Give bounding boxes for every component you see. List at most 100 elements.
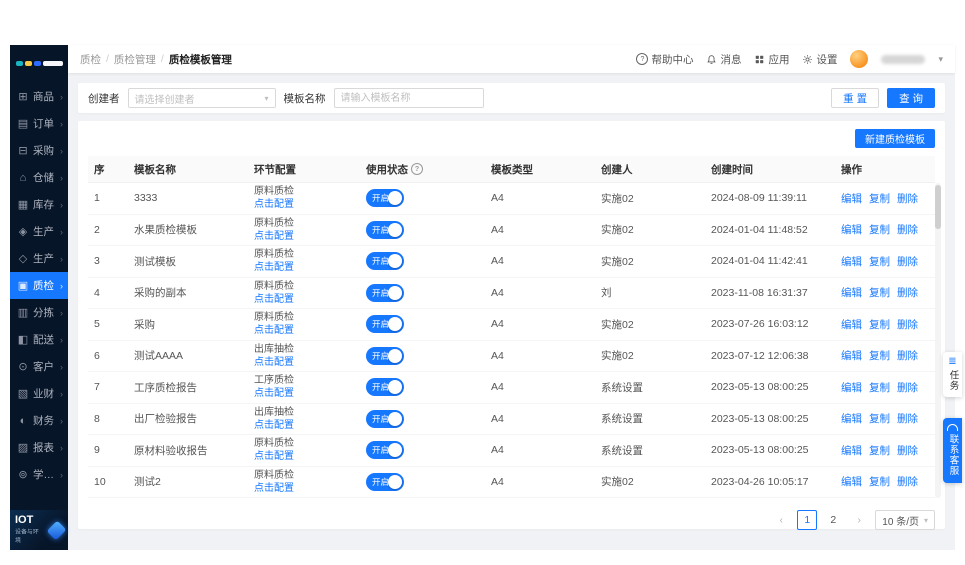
config-link[interactable]: 点击配置 bbox=[254, 356, 354, 369]
delete-link[interactable]: 删除 bbox=[897, 476, 918, 488]
copy-link[interactable]: 复制 bbox=[869, 319, 890, 331]
page-size-select[interactable]: 10 条/页▾ bbox=[875, 510, 935, 530]
delete-link[interactable]: 删除 bbox=[897, 256, 918, 268]
status-toggle[interactable]: 开启 bbox=[366, 378, 404, 396]
toggle-label: 开启 bbox=[372, 476, 389, 488]
edit-link[interactable]: 编辑 bbox=[841, 193, 862, 205]
sidebar-item-finance[interactable]: ◐ 财务 › bbox=[10, 407, 68, 434]
stage-name: 原料质检 bbox=[254, 469, 354, 482]
copy-link[interactable]: 复制 bbox=[869, 287, 890, 299]
sidebar-item-business-finance[interactable]: ▧ 业财 › bbox=[10, 380, 68, 407]
edit-link[interactable]: 编辑 bbox=[841, 413, 862, 425]
breadcrumb-item[interactable]: 质检 bbox=[80, 52, 101, 67]
sidebar-item-orders[interactable]: ▤ 订单 › bbox=[10, 110, 68, 137]
search-button[interactable]: 查 询 bbox=[887, 88, 935, 108]
status-toggle[interactable]: 开启 bbox=[366, 410, 404, 428]
delete-link[interactable]: 删除 bbox=[897, 445, 918, 457]
reports-icon: ▨ bbox=[17, 441, 29, 454]
page-button-1[interactable]: 1 bbox=[797, 510, 817, 530]
copy-link[interactable]: 复制 bbox=[869, 382, 890, 394]
page-button-2[interactable]: 2 bbox=[823, 510, 843, 530]
menu-label: 商品 bbox=[33, 89, 54, 104]
copy-link[interactable]: 复制 bbox=[869, 476, 890, 488]
sidebar-item-production-1[interactable]: ◈ 生产 › bbox=[10, 218, 68, 245]
delete-link[interactable]: 删除 bbox=[897, 350, 918, 362]
copy-link[interactable]: 复制 bbox=[869, 350, 890, 362]
config-link[interactable]: 点击配置 bbox=[254, 230, 354, 243]
chevron-down-icon[interactable]: ▾ bbox=[938, 54, 943, 65]
sidebar-item-quality[interactable]: ▣ 质检 › bbox=[10, 272, 68, 299]
sidebar-item-goods[interactable]: ⊞ 商品 › bbox=[10, 83, 68, 110]
copy-link[interactable]: 复制 bbox=[869, 224, 890, 236]
status-toggle[interactable]: 开启 bbox=[366, 347, 404, 365]
breadcrumb-item[interactable]: 质检管理 bbox=[114, 52, 156, 67]
config-link[interactable]: 点击配置 bbox=[254, 419, 354, 432]
new-template-button[interactable]: 新建质检模板 bbox=[855, 129, 935, 148]
copy-link[interactable]: 复制 bbox=[869, 256, 890, 268]
status-info-icon[interactable]: ? bbox=[411, 163, 423, 175]
sidebar-item-delivery[interactable]: ◧ 配送 › bbox=[10, 326, 68, 353]
status-toggle[interactable]: 开启 bbox=[366, 189, 404, 207]
delete-link[interactable]: 删除 bbox=[897, 193, 918, 205]
sidebar-item-student-meal[interactable]: ⊚ 学生餐 › bbox=[10, 461, 68, 488]
tasks-widget[interactable]: ≣ 任务 bbox=[943, 352, 962, 397]
copy-link[interactable]: 复制 bbox=[869, 413, 890, 425]
template-name-cell: 原材料验收报告 bbox=[128, 443, 248, 458]
help-center-link[interactable]: ? 帮助中心 bbox=[636, 52, 693, 67]
status-toggle[interactable]: 开启 bbox=[366, 221, 404, 239]
avatar[interactable] bbox=[850, 50, 868, 68]
row-index: 6 bbox=[88, 350, 128, 362]
sidebar-item-production-2[interactable]: ◇ 生产 › bbox=[10, 245, 68, 272]
sidebar-item-warehouse[interactable]: ⌂ 仓储 › bbox=[10, 164, 68, 191]
status-toggle[interactable]: 开启 bbox=[366, 284, 404, 302]
sidebar-item-inventory[interactable]: ▦ 库存 › bbox=[10, 191, 68, 218]
stage-name: 原料质检 bbox=[254, 437, 354, 450]
messages-link[interactable]: 消息 bbox=[706, 52, 741, 67]
toggle-knob bbox=[388, 349, 402, 363]
edit-link[interactable]: 编辑 bbox=[841, 287, 862, 299]
edit-link[interactable]: 编辑 bbox=[841, 382, 862, 394]
delete-link[interactable]: 删除 bbox=[897, 319, 918, 331]
delete-link[interactable]: 删除 bbox=[897, 382, 918, 394]
apps-link[interactable]: 应用 bbox=[754, 52, 789, 67]
settings-link[interactable]: 设置 bbox=[802, 52, 837, 67]
edit-link[interactable]: 编辑 bbox=[841, 224, 862, 236]
edit-link[interactable]: 编辑 bbox=[841, 350, 862, 362]
sidebar-item-customers[interactable]: ⊙ 客户 › bbox=[10, 353, 68, 380]
next-page-button[interactable]: › bbox=[849, 510, 869, 530]
reset-button[interactable]: 重 置 bbox=[831, 88, 879, 108]
sidebar-item-reports[interactable]: ▨ 报表 › bbox=[10, 434, 68, 461]
config-link[interactable]: 点击配置 bbox=[254, 198, 354, 211]
config-link[interactable]: 点击配置 bbox=[254, 261, 354, 274]
status-toggle[interactable]: 开启 bbox=[366, 441, 404, 459]
delete-link[interactable]: 删除 bbox=[897, 287, 918, 299]
delete-link[interactable]: 删除 bbox=[897, 413, 918, 425]
edit-link[interactable]: 编辑 bbox=[841, 476, 862, 488]
prev-page-button[interactable]: ‹ bbox=[771, 510, 791, 530]
template-name-input[interactable] bbox=[334, 88, 484, 108]
status-toggle[interactable]: 开启 bbox=[366, 252, 404, 270]
sidebar-item-procurement[interactable]: ⊟ 采购 › bbox=[10, 137, 68, 164]
copy-link[interactable]: 复制 bbox=[869, 193, 890, 205]
sidebar: ⊞ 商品 › ▤ 订单 › ⊟ 采购 › ⌂ 仓储 › ▦ 库存 › ◈ 生产 … bbox=[10, 45, 68, 550]
config-link[interactable]: 点击配置 bbox=[254, 482, 354, 495]
scrollbar-thumb[interactable] bbox=[935, 185, 941, 229]
contact-support-widget[interactable]: 联系客服 bbox=[943, 418, 962, 483]
config-link[interactable]: 点击配置 bbox=[254, 387, 354, 400]
config-link[interactable]: 点击配置 bbox=[254, 324, 354, 337]
toggle-label: 开启 bbox=[372, 287, 389, 299]
toggle-knob bbox=[388, 254, 402, 268]
copy-link[interactable]: 复制 bbox=[869, 445, 890, 457]
status-toggle[interactable]: 开启 bbox=[366, 315, 404, 333]
template-name-cell: 采购 bbox=[128, 317, 248, 332]
edit-link[interactable]: 编辑 bbox=[841, 319, 862, 331]
config-link[interactable]: 点击配置 bbox=[254, 450, 354, 463]
edit-link[interactable]: 编辑 bbox=[841, 445, 862, 457]
status-toggle[interactable]: 开启 bbox=[366, 473, 404, 491]
delete-link[interactable]: 删除 bbox=[897, 224, 918, 236]
config-link[interactable]: 点击配置 bbox=[254, 293, 354, 306]
sidebar-item-sorting[interactable]: ▥ 分拣 › bbox=[10, 299, 68, 326]
vertical-scrollbar[interactable] bbox=[935, 183, 941, 498]
edit-link[interactable]: 编辑 bbox=[841, 256, 862, 268]
creator-select[interactable]: 请选择创建者 ▾ bbox=[128, 88, 276, 108]
